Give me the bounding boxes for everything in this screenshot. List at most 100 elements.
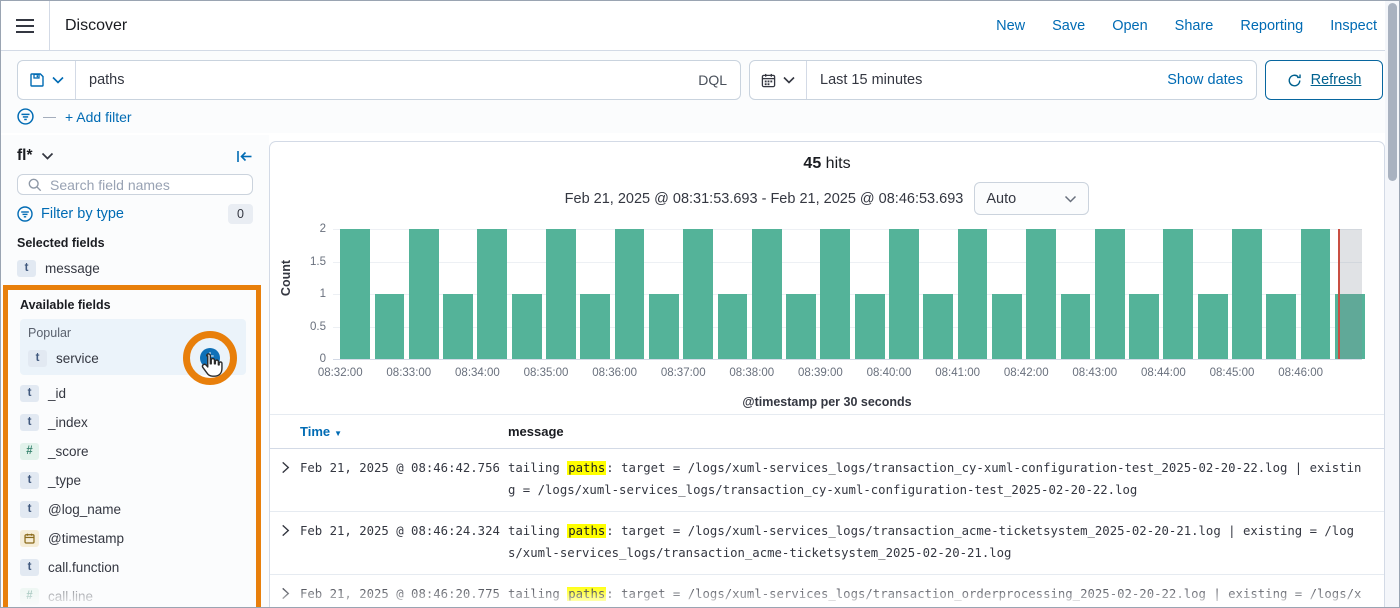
field-item-log_name[interactable]: t@log_name (20, 498, 246, 520)
field-item-timestamp[interactable]: @timestamp (20, 527, 246, 549)
table-row: Feb 21, 2025 @ 08:46:20.775tailing paths… (270, 575, 1384, 607)
histogram-bar-08:46:00[interactable] (1301, 229, 1331, 359)
y-tick-label: 1.5 (310, 256, 326, 268)
nav-link-open[interactable]: Open (1112, 18, 1147, 34)
histogram-bar-08:43:30[interactable] (1129, 294, 1159, 359)
histogram-bar-08:41:00[interactable] (958, 229, 988, 359)
collapse-left-icon (236, 149, 253, 164)
histogram-bar-08:41:30[interactable] (992, 294, 1022, 359)
x-tick-label: 08:33:00 (386, 367, 431, 379)
body-area: fl* Filter by type 0 Selected fields tme… (1, 135, 1399, 607)
string-type-icon: t (20, 472, 39, 489)
histogram-bar-08:39:00[interactable] (820, 229, 850, 359)
field-name: service (56, 351, 99, 366)
histogram-bar-08:37:30[interactable] (718, 294, 748, 359)
field-item-_type[interactable]: t_type (20, 469, 246, 491)
available-fields-list: t_id t_index #_score t_type t@log_name @times… (20, 382, 246, 607)
histogram-bar-08:38:00[interactable] (752, 229, 782, 359)
number-type-icon: # (20, 443, 39, 460)
histogram-bar-08:42:30[interactable] (1061, 294, 1091, 359)
time-column-header[interactable]: Time▼ (300, 424, 508, 439)
histogram-bar-08:40:00[interactable] (889, 229, 919, 359)
saved-query-menu-button[interactable] (18, 61, 76, 99)
x-tick-label: 08:41:00 (935, 367, 980, 379)
field-item-callfunction[interactable]: t call.function (20, 556, 246, 578)
index-pattern-selector[interactable]: fl* (17, 147, 54, 165)
field-item-_index[interactable]: t_index (20, 411, 246, 433)
histogram-bar-08:33:00[interactable] (409, 229, 439, 359)
field-item-message[interactable]: tmessage (17, 257, 253, 279)
string-type-icon: t (20, 559, 39, 576)
histogram-plot[interactable]: 00.511.52 (333, 229, 1362, 359)
date-picker[interactable]: Last 15 minutes Show dates (749, 60, 1257, 100)
field-item-_score[interactable]: #_score (20, 440, 246, 462)
number-type-icon: # (20, 588, 39, 605)
nav-link-save[interactable]: Save (1052, 18, 1085, 34)
fields-sidebar: fl* Filter by type 0 Selected fields tme… (1, 135, 269, 607)
refresh-button[interactable]: Refresh (1265, 60, 1383, 100)
collapse-sidebar-button[interactable] (236, 149, 253, 164)
expand-row-icon[interactable] (280, 587, 291, 600)
nav-link-inspect[interactable]: Inspect (1330, 18, 1377, 34)
query-language-button[interactable]: DQL (685, 72, 740, 88)
highlighted-term: paths (567, 461, 606, 475)
histogram-bar-08:43:00[interactable] (1095, 229, 1125, 359)
histogram-bar-08:34:30[interactable] (512, 294, 542, 359)
filter-icon (17, 108, 34, 125)
histogram-bar-08:42:00[interactable] (1026, 229, 1056, 359)
histogram-bar-08:35:30[interactable] (580, 294, 610, 359)
histogram-bar-08:44:30[interactable] (1198, 294, 1228, 359)
histogram-bar-08:33:30[interactable] (443, 294, 473, 359)
histogram-bar-08:40:30[interactable] (923, 294, 953, 359)
histogram-bar-08:32:30[interactable] (375, 294, 405, 359)
expand-row-icon[interactable] (280, 461, 291, 474)
interval-selected-value: Auto (986, 191, 1016, 207)
histogram-bar-08:45:00[interactable] (1232, 229, 1262, 359)
x-tick-label: 08:40:00 (867, 367, 912, 379)
row-timestamp: Feb 21, 2025 @ 08:46:20.775 (300, 584, 508, 606)
string-type-icon: t (20, 414, 39, 431)
search-fields-box[interactable] (17, 174, 253, 195)
histogram-bar-08:36:00[interactable] (615, 229, 645, 359)
histogram-bar-08:38:30[interactable] (786, 294, 816, 359)
nav-link-share[interactable]: Share (1175, 18, 1214, 34)
expand-row-icon[interactable] (280, 524, 291, 537)
histogram-bar-08:37:00[interactable] (683, 229, 713, 359)
hamburger-menu-button[interactable] (1, 1, 50, 50)
x-tick-label: 08:42:00 (1004, 367, 1049, 379)
show-dates-button[interactable]: Show dates (1167, 72, 1256, 88)
page-scrollbar-thumb[interactable] (1388, 3, 1397, 181)
histogram-bar-08:36:30[interactable] (649, 294, 679, 359)
field-name: call.function (48, 560, 119, 575)
row-message: tailing paths: target = /logs/xuml-servi… (508, 521, 1384, 564)
filter-by-type-icon (17, 206, 33, 222)
current-time-marker (1338, 229, 1340, 359)
filter-by-type-button[interactable]: Filter by type (41, 206, 124, 222)
histogram-bar-08:32:00[interactable] (340, 229, 370, 359)
add-filter-button[interactable]: + Add filter (65, 109, 132, 125)
highlighted-term: paths (567, 524, 606, 538)
search-fields-input[interactable] (50, 177, 220, 193)
query-input-box[interactable]: paths DQL (17, 60, 741, 100)
nav-link-reporting[interactable]: Reporting (1240, 18, 1303, 34)
y-tick-label: 1 (320, 288, 326, 300)
x-tick-label: 08:37:00 (661, 367, 706, 379)
top-bar: Discover NewSaveOpenShareReportingInspec… (1, 1, 1399, 51)
histogram-bar-08:44:00[interactable] (1163, 229, 1193, 359)
field-item-_id[interactable]: t_id (20, 382, 246, 404)
hits-label: hits (826, 155, 851, 172)
field-item-service[interactable]: t service + (28, 347, 238, 369)
histogram-bar-08:45:30[interactable] (1266, 294, 1296, 359)
query-input[interactable]: paths (76, 72, 685, 88)
add-field-button[interactable]: + (200, 348, 220, 368)
page-scrollbar-track[interactable] (1385, 1, 1399, 607)
nav-link-new[interactable]: New (996, 18, 1025, 34)
chevron-down-icon (41, 152, 54, 160)
histogram-bar-08:35:00[interactable] (546, 229, 576, 359)
date-quick-menu-button[interactable] (750, 61, 807, 99)
field-item-callline[interactable]: #call.line (20, 585, 246, 607)
interval-select[interactable]: Auto (974, 182, 1089, 215)
time-range-value[interactable]: Last 15 minutes (807, 72, 1167, 88)
histogram-bar-08:39:30[interactable] (855, 294, 885, 359)
histogram-bar-08:34:00[interactable] (477, 229, 507, 359)
